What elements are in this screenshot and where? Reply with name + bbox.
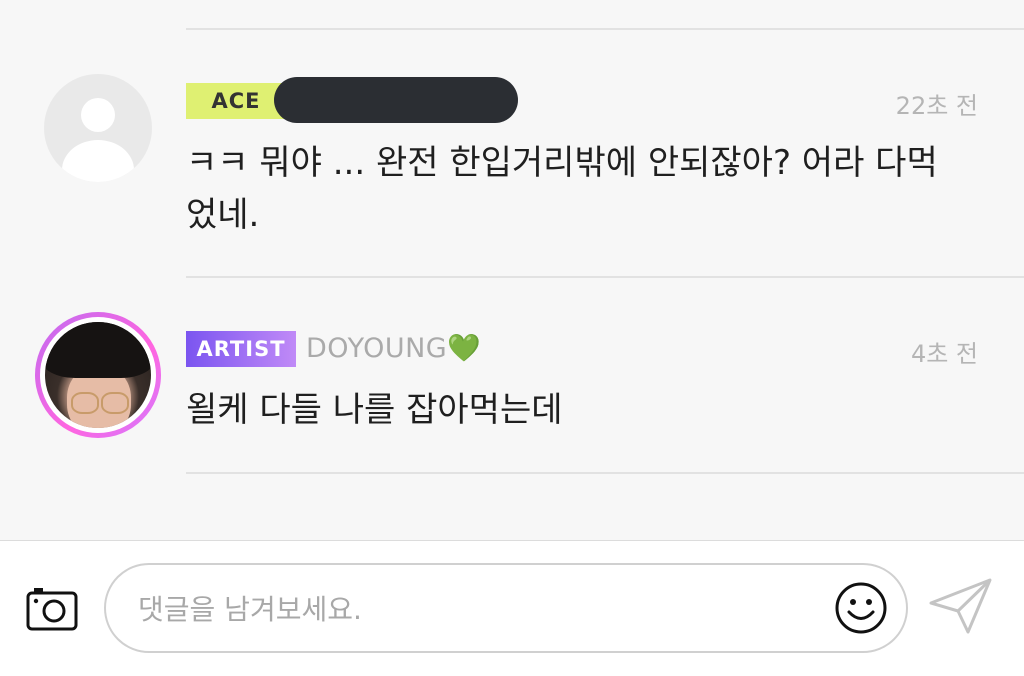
default-avatar-icon[interactable]	[44, 74, 152, 182]
comment-input[interactable]	[136, 585, 820, 633]
comment-time: 4초 전	[910, 340, 978, 368]
ace-badge: ACE	[186, 83, 286, 119]
avatar-glasses-left	[71, 392, 99, 414]
green-heart-icon: 💚	[447, 333, 482, 364]
username-text: DOYOUNG	[306, 333, 448, 364]
redacted-username	[274, 77, 518, 123]
comment-time: 22초 전	[895, 92, 978, 120]
artist-badge: ARTIST	[186, 331, 296, 367]
comment-text: ㅋㅋ 뭐야 ... 완전 한입거리밖에 안되잖아? 어라 다먹었네.	[186, 143, 938, 235]
avatar-glasses-right	[101, 392, 129, 414]
top-divider	[186, 28, 1024, 30]
avatar-body-shape	[62, 140, 134, 182]
smiley-icon[interactable]	[834, 581, 888, 635]
comment-composer	[0, 540, 1024, 676]
avatar-photo	[45, 322, 151, 428]
username[interactable]: DOYOUNG💚	[306, 332, 481, 364]
send-icon[interactable]	[928, 577, 994, 635]
comment-text: 욀케 다들 나를 잡아먹는데	[186, 390, 563, 430]
avatar-hair	[45, 322, 151, 378]
comment-input-box[interactable]	[104, 563, 908, 653]
camera-icon[interactable]	[26, 585, 78, 631]
comment-divider	[186, 276, 1024, 278]
avatar-head-shape	[81, 98, 115, 132]
artist-avatar[interactable]	[35, 312, 161, 438]
comment-divider	[186, 472, 1024, 474]
